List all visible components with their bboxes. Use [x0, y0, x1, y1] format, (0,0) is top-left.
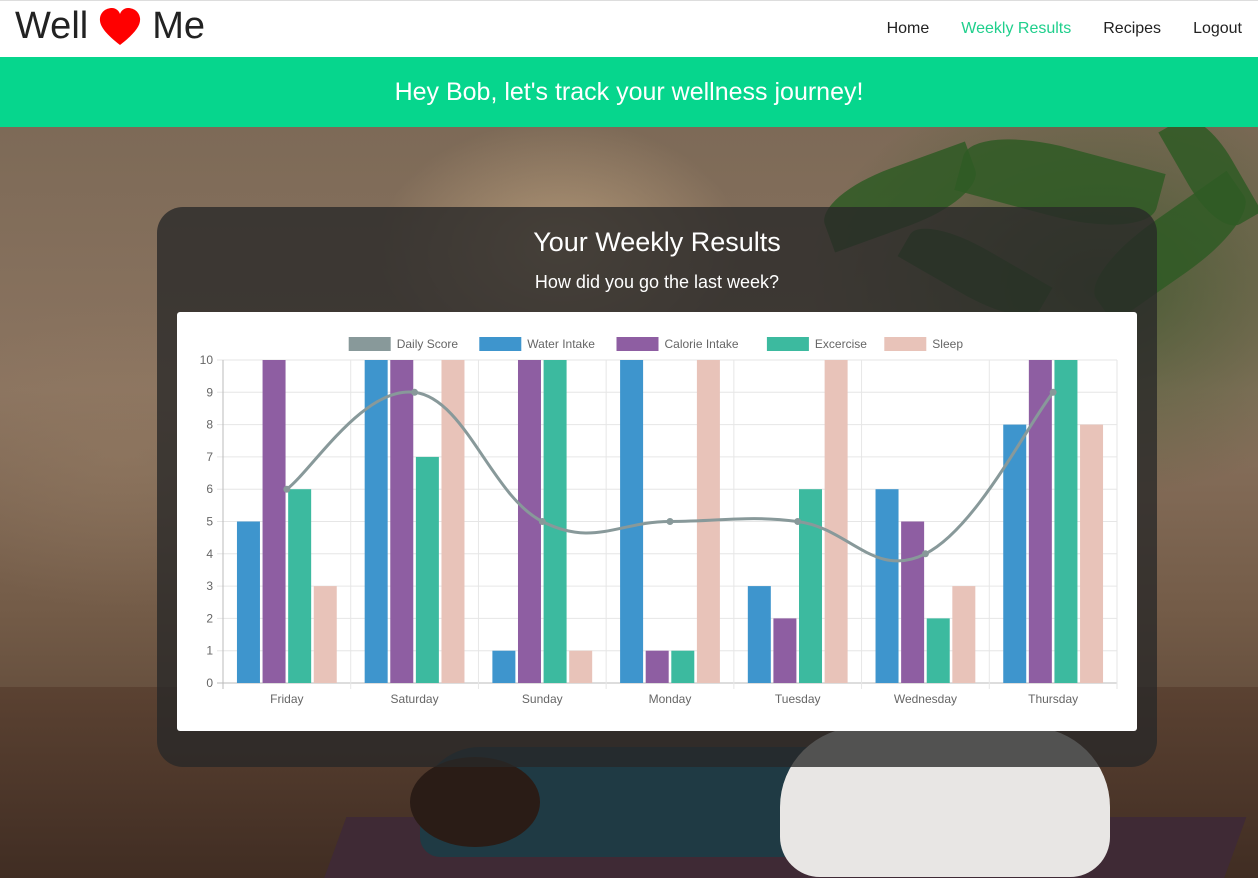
x-tick-label: Sunday — [522, 692, 563, 706]
bar-water-intake — [236, 521, 260, 683]
welcome-text: Hey Bob, let's track your wellness journ… — [394, 77, 864, 106]
bar-excercise — [415, 456, 439, 683]
legend-label: Sleep — [932, 337, 963, 351]
x-tick-label: Tuesday — [775, 692, 821, 706]
bar-excercise — [1054, 360, 1078, 683]
point-daily-score — [794, 518, 802, 525]
brand-text-left: Well — [15, 5, 89, 47]
nav-link-recipes[interactable]: Recipes — [1103, 20, 1161, 38]
x-tick-label: Thursday — [1028, 692, 1078, 706]
legend-swatch — [766, 337, 809, 351]
y-tick-label: 6 — [206, 482, 213, 496]
legend-swatch — [348, 337, 391, 351]
legend-label: Calorie Intake — [665, 337, 739, 351]
bar-water-intake — [747, 586, 771, 683]
y-tick-label: 4 — [206, 547, 213, 561]
bar-water-intake — [492, 650, 516, 683]
bar-sleep — [569, 650, 593, 683]
y-tick-label: 7 — [206, 450, 213, 464]
x-tick-label: Wednesday — [894, 692, 957, 706]
point-daily-score — [538, 518, 546, 525]
bar-water-intake — [620, 360, 644, 683]
y-tick-label: 9 — [206, 385, 213, 399]
bar-calorie-intake — [645, 650, 669, 683]
heart-icon — [100, 7, 141, 45]
bar-sleep — [824, 360, 848, 683]
bar-calorie-intake — [901, 521, 925, 683]
y-tick-label: 8 — [206, 418, 213, 432]
nav-menu: Home Weekly Results Recipes Logout — [887, 20, 1242, 38]
bar-excercise — [543, 360, 567, 683]
bar-calorie-intake — [773, 618, 797, 683]
card-title: Your Weekly Results — [533, 227, 781, 257]
y-tick-label: 1 — [206, 644, 213, 658]
point-daily-score — [411, 388, 419, 396]
bar-calorie-intake — [390, 360, 414, 683]
point-daily-score — [921, 550, 929, 558]
weekly-results-card: Your Weekly Results How did you go the l… — [157, 207, 1157, 767]
bar-calorie-intake — [262, 360, 286, 683]
y-tick-label: 5 — [206, 515, 213, 529]
bar-water-intake — [875, 489, 899, 683]
point-daily-score — [283, 485, 291, 493]
legend-swatch — [616, 337, 659, 351]
nav-link-weekly-results[interactable]: Weekly Results — [961, 20, 1071, 38]
legend-swatch — [884, 337, 927, 351]
chart-container: 0 1 2 3 4 5 6 7 8 9 10 Friday Saturday Sunday Monday Tu… — [177, 312, 1137, 731]
card-subtitle: How did you go the last week? — [534, 272, 780, 292]
navbar: Well Me Home Weekly Results Recipes Logo… — [0, 0, 1258, 57]
x-tick-label: Saturday — [391, 692, 439, 706]
nav-link-logout[interactable]: Logout — [1193, 20, 1242, 38]
bar-excercise — [671, 650, 695, 683]
bar-excercise — [288, 489, 312, 683]
brand-text-right: Me — [152, 5, 205, 47]
bar-calorie-intake — [517, 360, 541, 683]
point-daily-score — [666, 518, 674, 525]
y-tick-label: 0 — [206, 676, 213, 690]
x-tick-label: Monday — [649, 692, 692, 706]
welcome-banner: Hey Bob, let's track your wellness journ… — [0, 57, 1258, 127]
weekly-chart: 0 1 2 3 4 5 6 7 8 9 10 Friday Saturday Sunday Monday Tu… — [200, 337, 1118, 706]
bar-sleep — [952, 586, 976, 683]
brand-logo[interactable]: Well Me — [15, 5, 205, 48]
legend-label: Water Intake — [527, 337, 595, 351]
x-tick-label: Friday — [270, 692, 303, 706]
bar-sleep — [313, 586, 337, 683]
bar-excercise — [799, 489, 823, 683]
bar-excercise — [926, 618, 950, 683]
y-tick-label: 10 — [200, 353, 214, 367]
legend-swatch — [479, 337, 522, 351]
y-tick-label: 2 — [206, 611, 213, 625]
legend-label: Daily Score — [397, 337, 459, 351]
y-tick-label: 3 — [206, 579, 213, 593]
nav-link-home[interactable]: Home — [887, 20, 930, 38]
legend-label: Excercise — [815, 337, 867, 351]
bar-sleep — [1080, 424, 1104, 683]
point-daily-score — [1049, 388, 1057, 396]
